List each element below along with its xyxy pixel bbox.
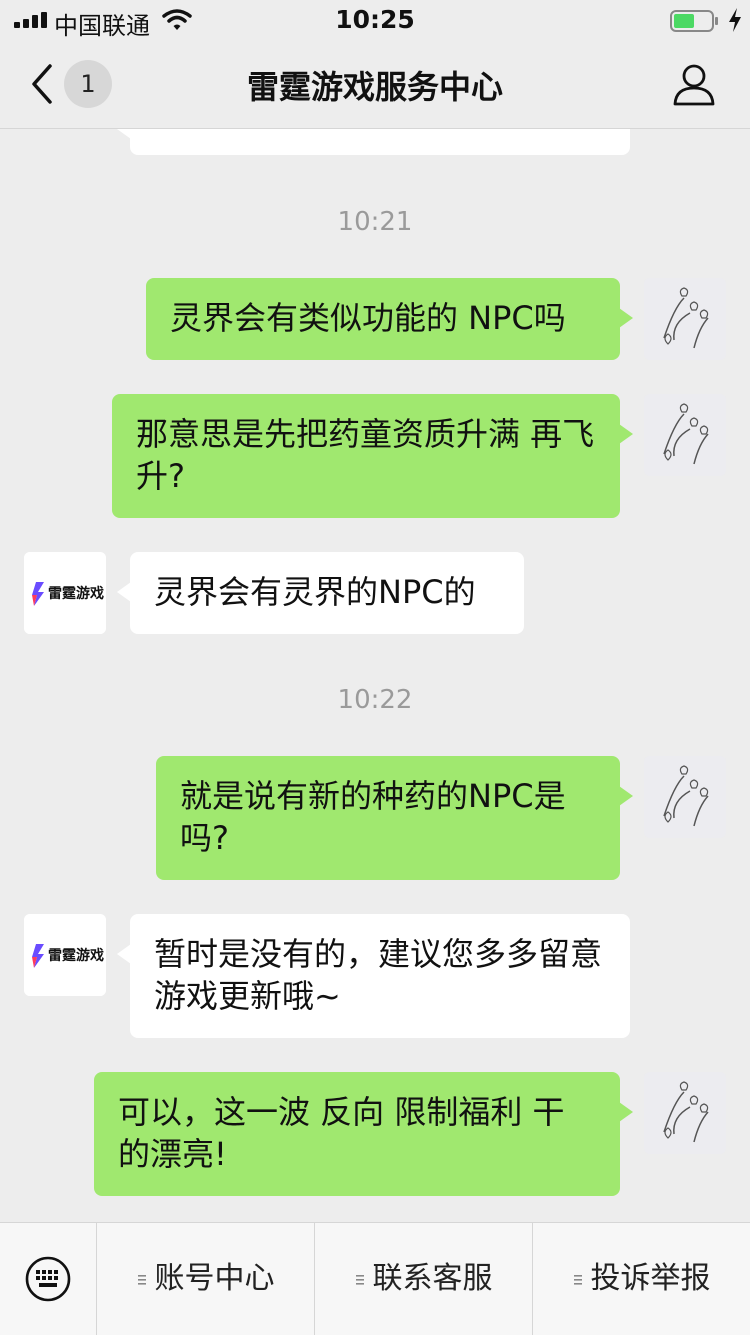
message-text: 灵界会有灵界的NPC的: [154, 573, 476, 611]
avatar[interactable]: [644, 278, 726, 360]
battery-icon: [670, 10, 718, 32]
avatar[interactable]: 雷霆游戏: [24, 914, 106, 996]
message-text: 可以，这一波 反向 限制福利 干的漂亮!: [118, 1093, 565, 1173]
message-bubble-outgoing[interactable]: 可以，这一波 反向 限制福利 干的漂亮!: [94, 1072, 633, 1196]
timestamp: 10:21: [337, 207, 413, 237]
menu-lines-icon: [573, 1274, 582, 1285]
status-time: 10:25: [335, 5, 415, 34]
service-logo-icon: 雷霆游戏: [24, 552, 106, 634]
message-bubble-outgoing[interactable]: 灵界会有类似功能的 NPC吗: [146, 278, 633, 360]
service-logo-icon: 雷霆游戏: [24, 914, 106, 996]
menu-contact-support[interactable]: 联系客服: [315, 1223, 533, 1335]
page-title: 雷霆游戏服务中心: [246, 68, 503, 106]
message-bubble-outgoing[interactable]: 那意思是先把药童资质升满 再飞升?: [112, 394, 633, 518]
message-bubble-incoming[interactable]: 灵界会有灵界的NPC的: [117, 552, 524, 634]
nav-bar: 1 雷霆游戏服务中心: [0, 40, 750, 129]
message-text: 那意思是先把药童资质升满 再飞升?: [136, 415, 595, 495]
service-logo-text: 雷霆游戏: [48, 947, 104, 964]
message-bubble-incoming[interactable]: 暂时是没有的，建议您多多留意游戏更新哦~: [117, 914, 630, 1038]
avatar[interactable]: [644, 1072, 726, 1154]
charging-icon: [729, 8, 741, 32]
status-bar: 中国联通 10:25: [0, 0, 750, 40]
bottom-menu-bar: 账号中心 联系客服 投诉举报: [0, 1222, 750, 1335]
keyboard-button[interactable]: [0, 1223, 97, 1335]
timestamp: 10:22: [337, 685, 413, 715]
user-avatar-icon: [644, 756, 726, 838]
message-bubble-outgoing[interactable]: 就是说有新的种药的NPC是吗?: [156, 756, 633, 880]
message-text: 就是说有新的种药的NPC是吗?: [180, 777, 566, 857]
user-avatar-icon: [644, 1072, 726, 1154]
menu-lines-icon: [137, 1274, 146, 1285]
avatar[interactable]: [644, 756, 726, 838]
keyboard-icon: [25, 1256, 71, 1302]
service-logo-text: 雷霆游戏: [48, 585, 104, 602]
message-bubble-partial: [117, 129, 630, 155]
person-icon[interactable]: [672, 62, 716, 106]
chat-area[interactable]: 10:21 灵界会有类似功能的 NPC吗 那意思是先把药童资质升满 再飞升? 雷…: [0, 129, 750, 1222]
message-text: 暂时是没有的，建议您多多留意游戏更新哦~: [154, 935, 603, 1015]
avatar[interactable]: [644, 394, 726, 476]
menu-account-center[interactable]: 账号中心: [97, 1223, 315, 1335]
user-avatar-icon: [644, 394, 726, 476]
user-avatar-icon: [644, 278, 726, 360]
menu-lines-icon: [355, 1274, 364, 1285]
menu-complaint-report[interactable]: 投诉举报: [533, 1223, 750, 1335]
message-text: 灵界会有类似功能的 NPC吗: [170, 299, 566, 337]
avatar[interactable]: 雷霆游戏: [24, 552, 106, 634]
